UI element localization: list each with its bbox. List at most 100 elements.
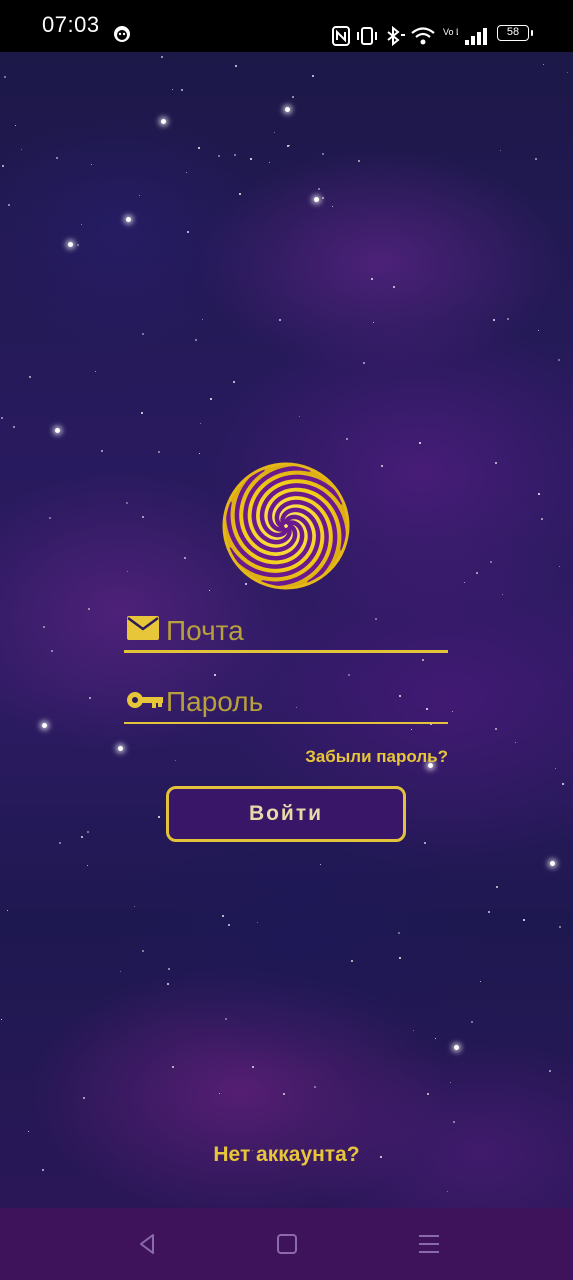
home-icon[interactable] xyxy=(272,1230,302,1258)
star xyxy=(314,197,319,202)
star xyxy=(81,836,83,838)
star xyxy=(419,442,421,444)
star xyxy=(68,242,73,247)
star xyxy=(91,164,92,165)
star xyxy=(292,96,294,98)
star xyxy=(228,924,230,926)
star xyxy=(187,231,189,233)
star xyxy=(285,107,290,112)
star xyxy=(283,1093,285,1095)
star xyxy=(541,518,543,520)
star xyxy=(550,861,555,866)
star xyxy=(371,278,373,280)
star xyxy=(535,158,537,160)
star xyxy=(289,145,290,146)
star xyxy=(56,157,58,159)
star xyxy=(218,155,220,157)
star xyxy=(214,674,216,676)
star xyxy=(1,417,3,419)
password-input[interactable] xyxy=(166,680,436,724)
star xyxy=(274,132,275,133)
star xyxy=(89,697,91,699)
volte-icon: Vo LTE xyxy=(443,27,458,37)
menu-icon[interactable] xyxy=(414,1230,444,1258)
star xyxy=(142,950,144,952)
star xyxy=(411,729,412,730)
star xyxy=(322,153,324,155)
star xyxy=(184,557,186,559)
star xyxy=(222,915,224,917)
forgot-password-link[interactable]: Забыли пароль? xyxy=(280,747,448,767)
star xyxy=(252,1066,254,1068)
star xyxy=(562,783,564,785)
signup-link[interactable]: Нет аккаунта? xyxy=(0,1143,573,1167)
star xyxy=(314,1086,316,1088)
star xyxy=(490,561,492,563)
star xyxy=(225,1018,227,1020)
star xyxy=(87,865,88,866)
star xyxy=(427,1093,429,1095)
star xyxy=(549,1070,551,1072)
email-input[interactable] xyxy=(166,609,436,653)
signal-icon xyxy=(465,28,487,45)
star xyxy=(7,910,8,911)
star xyxy=(239,193,241,195)
star xyxy=(142,333,144,335)
spiral-logo xyxy=(222,462,350,590)
star xyxy=(51,650,53,652)
star xyxy=(452,711,453,712)
star xyxy=(454,1045,459,1050)
star xyxy=(447,1191,448,1192)
back-icon[interactable] xyxy=(132,1230,162,1258)
star xyxy=(42,1169,44,1171)
star xyxy=(127,571,128,572)
star xyxy=(476,572,478,574)
star xyxy=(318,188,320,190)
star xyxy=(139,195,140,196)
star xyxy=(393,286,395,288)
star xyxy=(4,76,6,78)
navigation-bar xyxy=(0,1208,573,1280)
star xyxy=(480,981,481,982)
star xyxy=(234,154,236,156)
star xyxy=(126,217,131,222)
star xyxy=(398,932,400,934)
star xyxy=(95,371,96,372)
status-bar: 07:03 Vo LTE 58 xyxy=(0,0,573,52)
star xyxy=(118,746,123,751)
star xyxy=(43,626,45,628)
star xyxy=(167,983,169,985)
star xyxy=(2,165,4,167)
star xyxy=(186,172,187,173)
star xyxy=(88,608,90,610)
star xyxy=(312,75,314,77)
star xyxy=(257,922,258,923)
star xyxy=(348,674,350,676)
password-field[interactable] xyxy=(124,680,448,724)
star xyxy=(42,723,47,728)
email-underline xyxy=(124,650,448,653)
star xyxy=(269,162,270,163)
star xyxy=(158,816,160,818)
star xyxy=(233,381,235,383)
star xyxy=(502,594,503,595)
star xyxy=(15,125,16,126)
star xyxy=(120,971,121,972)
star xyxy=(126,502,128,504)
star xyxy=(21,149,22,150)
star xyxy=(507,318,509,320)
star xyxy=(495,462,497,464)
star xyxy=(435,1038,436,1039)
star xyxy=(55,428,60,433)
star xyxy=(172,89,173,90)
star xyxy=(538,493,540,495)
star xyxy=(1,1019,2,1020)
star xyxy=(81,224,82,225)
star xyxy=(181,89,183,91)
login-button[interactable]: Войти xyxy=(166,786,406,842)
key-icon xyxy=(127,692,163,708)
email-field[interactable] xyxy=(124,609,448,653)
star xyxy=(543,64,544,65)
star xyxy=(168,968,170,970)
star xyxy=(299,416,300,417)
